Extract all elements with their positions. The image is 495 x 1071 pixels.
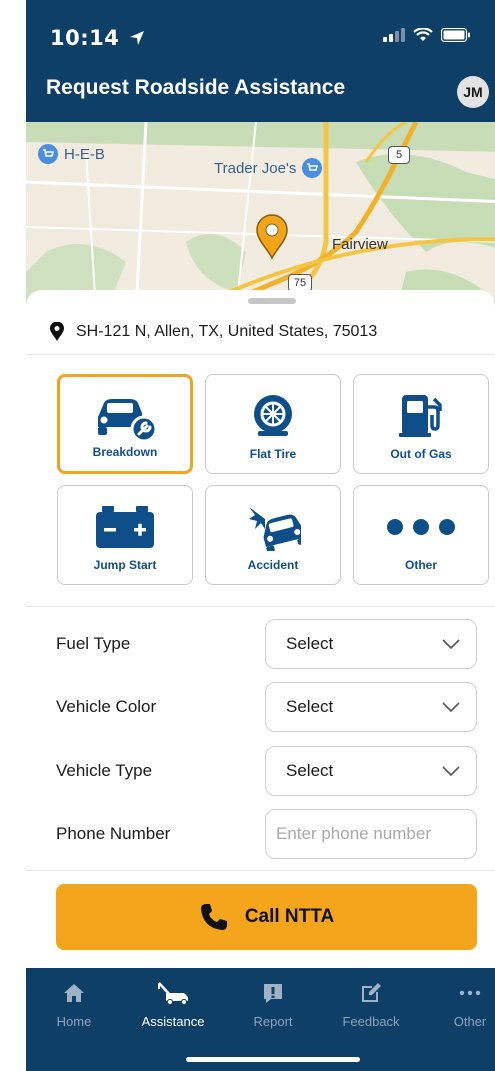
shopping-cart-icon (302, 158, 323, 178)
phone-screen: 10:14 Request Roadside Assistance JM H-E… (0, 0, 495, 1071)
service-tile-label: Other (404, 558, 437, 572)
tab-report[interactable]: Report (233, 980, 313, 1029)
sheet-drag-handle[interactable] (248, 298, 296, 304)
divider (26, 870, 495, 871)
service-tile-other[interactable]: Other (353, 485, 489, 585)
vehicle-color-value: Select (286, 697, 334, 716)
tow-truck-icon (156, 980, 190, 1006)
battery-status-icon (441, 28, 470, 42)
phone-number-row: Phone Number (56, 809, 477, 859)
tire-icon (250, 391, 296, 441)
tab-label: Other (453, 1014, 487, 1029)
map-label-trader-joes-text: Trader Joe's (214, 159, 297, 177)
location-arrow-icon (130, 31, 145, 45)
service-tile-label: Jump Start (93, 558, 157, 572)
shopping-cart-icon (38, 144, 58, 164)
current-location[interactable]: SH-121 N, Allen, TX, United States, 7501… (50, 318, 377, 346)
service-tile-label: Out of Gas (390, 447, 452, 461)
page-title: Request Roadside Assistance (46, 76, 346, 99)
home-indicator[interactable] (186, 1057, 360, 1062)
signal-icon (383, 28, 405, 42)
fuel-type-label: Fuel Type (56, 634, 131, 653)
phone-icon (200, 904, 227, 930)
divider (26, 354, 495, 355)
app-header: 10:14 Request Roadside Assistance JM (26, 0, 495, 122)
feedback-icon (359, 980, 383, 1006)
location-address: SH-121 N, Allen, TX, United States, 7501… (76, 323, 378, 340)
vehicle-type-row: Vehicle Type Select (56, 746, 477, 796)
fuel-type-row: Fuel Type Select (56, 619, 477, 669)
service-tile-label: Accident (247, 558, 299, 572)
tab-other[interactable]: Other (430, 980, 495, 1029)
status-icons (383, 28, 471, 42)
status-time-text: 10:14 (50, 26, 120, 50)
car-crash-icon (245, 502, 301, 552)
more-dots-icon (459, 980, 481, 1006)
map-label-heb: H-E-B (38, 144, 105, 164)
avatar[interactable]: JM (457, 76, 489, 108)
chevron-down-icon (442, 766, 460, 776)
assistance-sheet: SH-121 N, Allen, TX, United States, 7501… (26, 290, 495, 1071)
phone-number-label: Phone Number (56, 824, 171, 843)
service-tile-label: Breakdown (92, 445, 158, 459)
status-time: 10:14 (50, 26, 145, 50)
route-5-shield: 5 (388, 146, 410, 164)
fuel-pump-icon (398, 391, 444, 441)
report-icon (262, 980, 284, 1006)
vehicle-type-label: Vehicle Type (56, 761, 153, 780)
vehicle-color-row: Vehicle Color Select (56, 682, 477, 732)
map-label-heb-text: H-E-B (64, 145, 105, 163)
service-tile-label: Flat Tire (249, 447, 297, 461)
tab-assistance[interactable]: Assistance (133, 980, 213, 1029)
chevron-down-icon (442, 702, 460, 712)
map-label-trader-joes: Trader Joe's (214, 158, 323, 178)
phone-number-input[interactable] (265, 809, 477, 859)
vehicle-type-select[interactable]: Select (265, 746, 477, 796)
tab-feedback[interactable]: Feedback (331, 980, 411, 1029)
fuel-type-select[interactable]: Select (265, 619, 477, 669)
tab-label: Report (253, 1014, 293, 1029)
tab-label: Feedback (342, 1014, 400, 1029)
service-tile-breakdown[interactable]: Breakdown (57, 374, 193, 474)
call-ntta-button[interactable]: Call NTTA (56, 884, 477, 950)
map-pin-icon (256, 214, 288, 260)
service-tile-out-of-gas[interactable]: Out of Gas (353, 374, 489, 474)
chevron-down-icon (442, 639, 460, 649)
car-wrench-icon (92, 393, 158, 443)
bottom-tab-bar: Home Assistance Report Feedback Other (26, 968, 495, 1071)
vehicle-color-label: Vehicle Color (56, 697, 157, 716)
tab-home[interactable]: Home (34, 980, 114, 1029)
home-icon (63, 980, 85, 1006)
vehicle-color-select[interactable]: Select (265, 682, 477, 732)
divider (26, 606, 495, 607)
map-view[interactable]: H-E-B Trader Joe's Fairview 5 75 (26, 122, 495, 312)
wifi-icon (413, 28, 433, 41)
more-dots-icon (385, 502, 457, 552)
service-tile-flat-tire[interactable]: Flat Tire (205, 374, 341, 474)
tab-label: Assistance (141, 1014, 205, 1029)
map-label-fairview: Fairview (332, 236, 388, 253)
call-ntta-label: Call NTTA (244, 906, 335, 927)
battery-icon (94, 502, 156, 552)
fuel-type-value: Select (286, 634, 334, 653)
tab-label: Home (56, 1014, 92, 1029)
location-pin-icon (50, 322, 64, 341)
service-tile-accident[interactable]: Accident (205, 485, 341, 585)
vehicle-type-value: Select (286, 761, 334, 780)
service-tile-jump-start[interactable]: Jump Start (57, 485, 193, 585)
